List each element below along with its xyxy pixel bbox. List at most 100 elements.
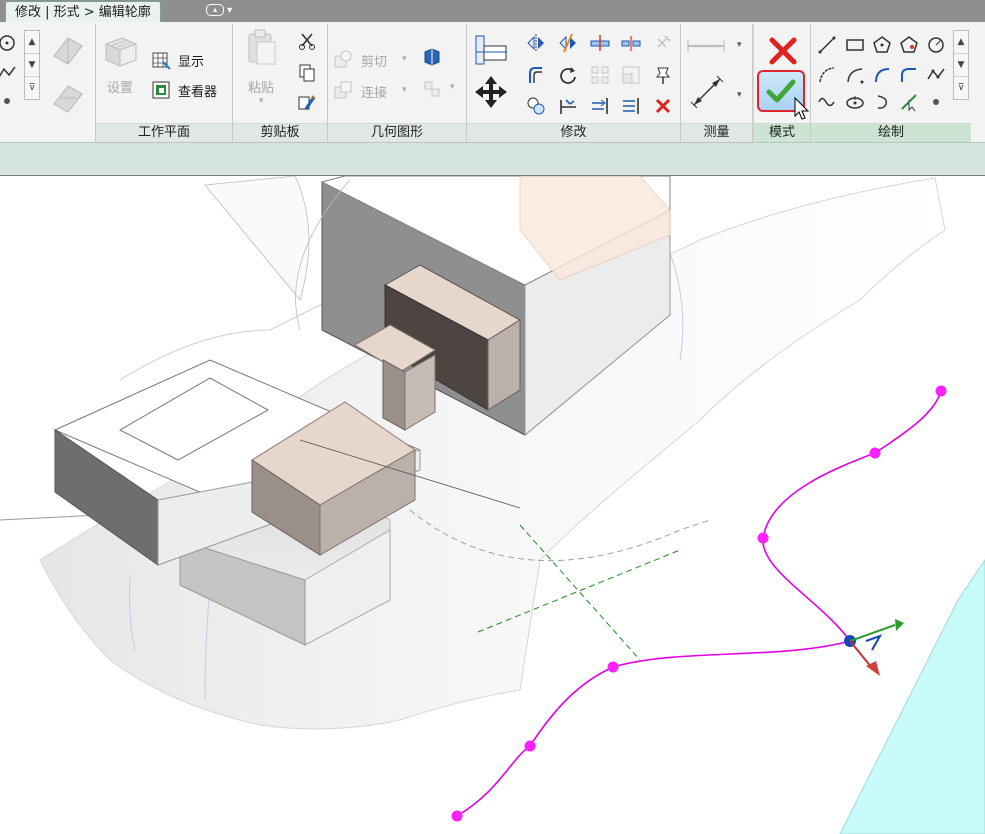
measure-between-references-icon [685,34,727,58]
split-element-icon[interactable] [589,32,611,54]
mode-panel-title[interactable]: 模式 [754,123,810,142]
show-workplane-icon[interactable] [150,49,172,71]
unpin-icon [652,32,674,54]
draw-gallery-scroll[interactable]: ▲ ▼ ⊽ [953,30,969,100]
options-bar [0,143,985,176]
offset-icon[interactable] [525,64,547,86]
measure-dropdown-icon[interactable]: ▾ [737,40,742,50]
split-with-gap-icon[interactable] [620,32,642,54]
panel-work-plane: 设置 显示 查看器 工作平面 [96,24,233,142]
pick-lines-icon[interactable] [898,91,920,113]
spline-point-2[interactable] [524,740,536,752]
paste-icon[interactable] [243,28,279,66]
modify-panel-title[interactable]: 修改 [467,123,680,142]
workplane-set-icon[interactable] [102,34,138,68]
pin-icon[interactable] [652,64,674,86]
spline-point-3[interactable] [607,661,619,673]
paste-label: 粘贴 [248,81,275,96]
panel-draw: ▲ ▼ ⊽ 绘制 [811,24,971,142]
partial-ellipse-icon[interactable] [871,91,893,113]
move-icon[interactable] [473,74,509,110]
gizmo-x-axis[interactable] [849,640,873,669]
water-region[interactable] [839,559,985,834]
delete-icon[interactable] [652,95,674,117]
workplane-set-label: 设置 [107,81,134,96]
3d-view-canvas[interactable] [0,176,985,834]
rectangle-tool-icon[interactable] [844,34,866,56]
trim-extend-single-icon[interactable] [557,95,579,117]
dimension-dropdown-icon[interactable]: ▾ [737,90,742,100]
spline-point-5[interactable] [869,447,881,459]
panel-measure: ▾ ▾ 测量 [681,24,753,142]
gizmo-plane-handle[interactable] [865,634,883,651]
paint-dropdown-icon: ▾ [450,82,455,92]
tab-bar: 修改 | 形式 > 编辑轮廓 ▴ ▾ [0,0,985,23]
form-tool-2-icon [48,76,88,116]
point-element-icon[interactable] [925,91,947,113]
copy-clipboard-icon[interactable] [296,62,318,84]
trim-extend-to-corner-icon[interactable] [620,95,642,117]
panel-select-partial: ▲ ▼ ⊽ [0,24,96,142]
scroll-down-icon[interactable]: ▼ [25,54,39,77]
tangent-end-arc-icon[interactable] [871,64,893,86]
point-tool-icon[interactable] [0,90,18,112]
mirror-pick-axis-icon[interactable] [525,32,547,54]
tab-modify-form-edit-profile[interactable]: 修改 | 形式 > 编辑轮廓 [5,1,161,23]
spline-point-6[interactable] [935,385,947,397]
cancel-edit-mode-icon[interactable] [768,36,798,66]
workplane-viewer-icon[interactable] [150,79,172,101]
spline-point-1[interactable] [451,810,463,822]
fillet-arc-icon[interactable] [898,64,920,86]
copy-element-icon[interactable] [525,95,547,117]
draw-expand-gallery-icon[interactable]: ⊽ [954,77,968,99]
match-properties-icon[interactable] [296,92,318,114]
geometry-panel-title[interactable]: 几何图形 [328,123,466,142]
trim-extend-multiple-icon[interactable] [589,95,611,117]
scale-icon [620,64,642,86]
draw-scroll-down-icon[interactable]: ▼ [954,54,968,77]
mouse-pointer-icon [794,96,810,120]
split-face-icon[interactable] [421,46,443,68]
join-geometry-icon [332,79,354,101]
workplane-panel-title[interactable]: 工作平面 [96,123,232,142]
ellipse-arc-icon[interactable] [816,91,838,113]
spline-tool-icon[interactable] [0,62,18,84]
circle-tool-icon[interactable] [0,32,18,54]
panel-modify: 修改 [467,24,681,142]
3d-control-gizmo[interactable] [849,619,904,676]
rotate-icon[interactable] [557,64,579,86]
cut-clipboard-icon[interactable] [296,30,318,52]
align-icon[interactable] [473,32,509,68]
scroll-up-icon[interactable]: ▲ [25,31,39,54]
spline-point-4[interactable] [757,532,769,544]
aligned-dimension-icon[interactable] [689,74,725,110]
gizmo-y-arrow-icon[interactable] [895,619,904,631]
cut-geometry-dropdown-icon: ▾ [402,54,407,64]
inscribed-polygon-icon[interactable] [871,34,893,56]
panel-toggle-button[interactable]: ▴ ▾ [206,3,240,19]
cut-geometry-icon [332,48,354,70]
show-workplane-label[interactable]: 显示 [178,51,204,70]
start-end-radius-arc-icon[interactable] [816,64,838,86]
center-ends-arc-icon[interactable] [844,64,866,86]
expand-gallery-icon[interactable]: ⊽ [25,77,39,99]
model-view[interactable] [0,176,985,834]
draw-panel-title[interactable]: 绘制 [811,123,971,142]
mirror-draw-axis-icon[interactable] [557,32,579,54]
measure-panel-title[interactable]: 测量 [681,123,752,142]
ellipse-tool-icon[interactable] [844,91,866,113]
spline-draw-icon[interactable] [925,64,947,86]
draw-scroll-up-icon[interactable]: ▲ [954,31,968,54]
workplane-viewer-label[interactable]: 查看器 [178,81,217,100]
clipboard-panel-title[interactable]: 剪贴板 [233,123,327,142]
line-tool-icon[interactable] [816,34,838,56]
tan-small-block-left [382,359,406,431]
minimize-panel-icon: ▴ [206,4,224,16]
gallery-scroll[interactable]: ▲ ▼ ⊽ [24,30,40,100]
circle-draw-icon[interactable] [925,34,947,56]
panel-clipboard: 粘贴 ▾ 剪贴板 [233,24,328,142]
circumscribed-polygon-icon[interactable] [898,34,920,56]
form-tool-icon [48,28,88,68]
panel-mode: 模式 [753,24,811,142]
paint-icon [421,78,443,100]
